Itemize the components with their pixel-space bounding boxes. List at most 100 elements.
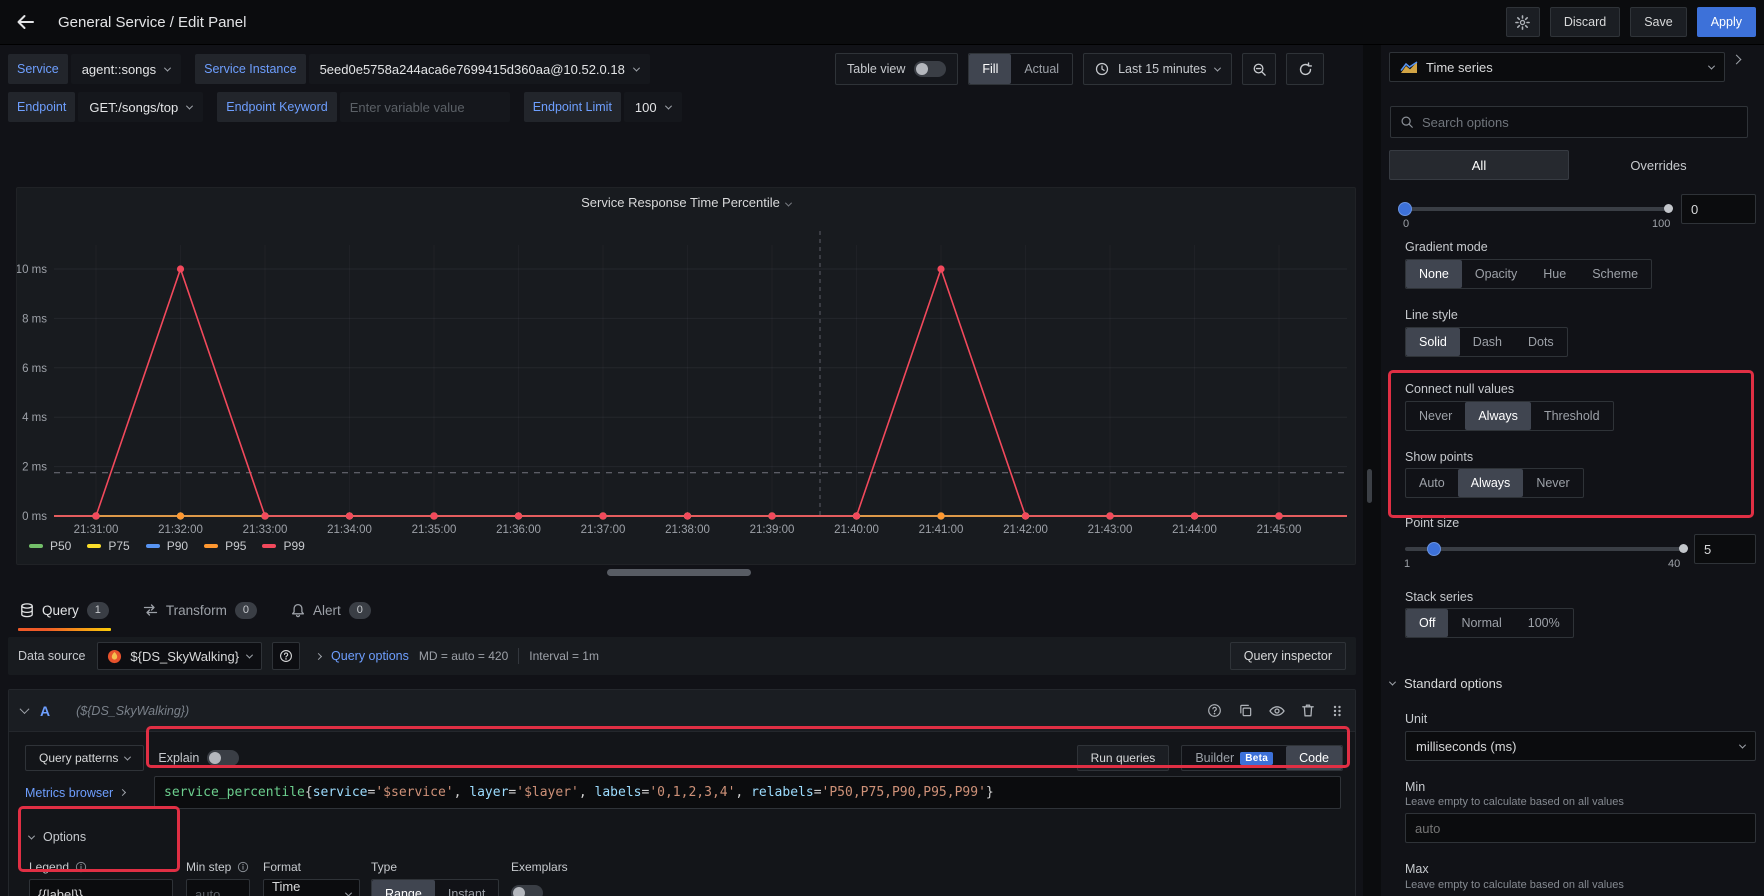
options-section-toggle[interactable]: Options [29,830,86,844]
eye-icon [1269,704,1285,718]
legend-format-input[interactable] [29,879,173,896]
tab-overrides[interactable]: Overrides [1569,150,1748,180]
panel-settings-button[interactable] [1506,7,1540,37]
option-dash[interactable]: Dash [1460,328,1515,356]
standard-options-section-toggle[interactable]: Standard options [1390,676,1502,691]
min-step-input[interactable] [186,879,250,896]
legend-item-P90[interactable]: P90 [146,539,188,553]
back-icon[interactable] [14,11,36,33]
refresh-button[interactable] [1286,53,1324,85]
discard-button[interactable]: Discard [1550,7,1620,37]
duplicate-query-button[interactable] [1238,703,1253,718]
min-input[interactable] [1405,813,1756,843]
option-hue[interactable]: Hue [1530,260,1579,288]
legend-item-P99[interactable]: P99 [262,539,304,553]
option-opacity[interactable]: Opacity [1462,260,1530,288]
explain-toggle[interactable] [207,750,239,766]
endpoint-keyword-input[interactable] [340,92,510,122]
option-dots[interactable]: Dots [1515,328,1567,356]
fill-opacity-handle[interactable] [1398,202,1412,216]
table-view-control: Table view [835,53,958,85]
exemplars-toggle[interactable] [511,885,543,896]
unit-select[interactable]: milliseconds (ms) [1405,731,1756,761]
svg-text:21:32:00: 21:32:00 [158,524,203,536]
explain-label: Explain [158,751,199,765]
collapse-query-icon[interactable] [20,704,30,714]
query-expression-input[interactable]: service_percentile{service='$service', l… [154,776,1341,809]
tab-alert[interactable]: Alert 0 [289,591,373,629]
option-builder[interactable]: BuilderBeta [1182,746,1286,770]
svg-text:4 ms: 4 ms [22,412,47,424]
option-range[interactable]: Range [372,880,435,896]
scrollbar-thumb[interactable] [1367,469,1372,503]
option-none[interactable]: None [1406,260,1462,288]
fill-opacity-slider[interactable] [1405,207,1671,211]
max-help-text: Leave empty to calculate based on all va… [1405,879,1624,891]
service-instance-label: Service Instance [195,54,305,84]
divider [518,648,519,664]
fill-opacity-value-input[interactable] [1681,194,1756,224]
point-size-handle[interactable] [1427,542,1441,556]
slider-min-label: 0 [1403,218,1409,230]
query-inspector-button[interactable]: Query inspector [1230,642,1346,670]
option-scheme[interactable]: Scheme [1579,260,1651,288]
tab-query[interactable]: Query 1 [18,591,111,629]
query-patterns-button[interactable]: Query patterns [25,745,144,771]
option-solid[interactable]: Solid [1406,328,1460,356]
point-size-value-input[interactable] [1694,534,1756,564]
tab-transform[interactable]: Transform 0 [141,591,259,629]
option-never[interactable]: Never [1406,402,1465,430]
format-label: Format [263,860,301,874]
panel-resize-handle[interactable] [607,569,751,576]
info-icon [237,861,249,873]
datasource-help-button[interactable] [272,642,300,670]
metrics-row: Metrics browser service_percentile{servi… [25,776,1341,809]
slider-end-marker [1664,204,1673,213]
query-toolbar: Query patterns Explain Run queries Build… [25,744,1343,772]
option-threshold[interactable]: Threshold [1531,402,1613,430]
drag-query-handle[interactable] [1331,704,1343,718]
option-never[interactable]: Never [1523,469,1582,497]
delete-query-button[interactable] [1301,703,1315,718]
endpoint-limit-select[interactable]: 100 [624,92,682,122]
service-instance-select[interactable]: 5eed0e5758a244aca6e7699415d360aa@10.52.0… [309,54,650,84]
options-search-input[interactable] [1422,115,1738,130]
endpoint-select[interactable]: GET:/songs/top [78,92,203,122]
run-queries-button[interactable]: Run queries [1077,745,1170,771]
svg-text:8 ms: 8 ms [22,313,47,325]
option-code[interactable]: Code [1286,746,1342,770]
point-size-slider[interactable] [1405,547,1686,551]
collapse-options-pane-button[interactable] [1733,56,1740,63]
visualization-picker[interactable]: Time series [1389,52,1725,82]
option-auto[interactable]: Auto [1406,469,1458,497]
tab-all[interactable]: All [1389,150,1569,180]
option-fill[interactable]: Fill [969,54,1011,84]
option-100-[interactable]: 100% [1515,609,1573,637]
legend-item-P75[interactable]: P75 [87,539,129,553]
table-view-toggle[interactable] [914,61,946,77]
toggle-query-visibility-button[interactable] [1269,704,1285,718]
metrics-browser-button[interactable]: Metrics browser [25,786,154,800]
legend-item-P50[interactable]: P50 [29,539,71,553]
apply-button[interactable]: Apply [1697,7,1756,37]
save-button[interactable]: Save [1630,7,1687,37]
zoom-out-button[interactable] [1242,53,1276,85]
service-select[interactable]: agent::songs [71,54,181,84]
time-range-picker[interactable]: Last 15 minutes [1083,53,1232,85]
datasource-select[interactable]: ${DS_SkyWalking} [97,642,262,670]
format-select[interactable]: Time series [263,879,360,896]
panel-title[interactable]: Service Response Time Percentile [17,195,1355,210]
option-off[interactable]: Off [1406,609,1448,637]
chart-canvas[interactable]: 0 ms2 ms4 ms6 ms8 ms10 ms21:31:0021:32:0… [17,188,1357,566]
option-always[interactable]: Always [1458,469,1524,497]
legend-item-P95[interactable]: P95 [204,539,246,553]
query-help-button[interactable] [1207,703,1222,718]
option-actual[interactable]: Actual [1011,54,1072,84]
option-always[interactable]: Always [1465,402,1531,430]
gradient-mode-label: Gradient mode [1405,240,1488,254]
query-row-header[interactable]: A (${DS_SkyWalking}) [9,690,1355,732]
option-normal[interactable]: Normal [1448,609,1514,637]
type-field: Type RangeInstant [371,858,499,896]
option-instant[interactable]: Instant [435,880,499,896]
query-options-toggle[interactable]: Query options [331,649,409,663]
